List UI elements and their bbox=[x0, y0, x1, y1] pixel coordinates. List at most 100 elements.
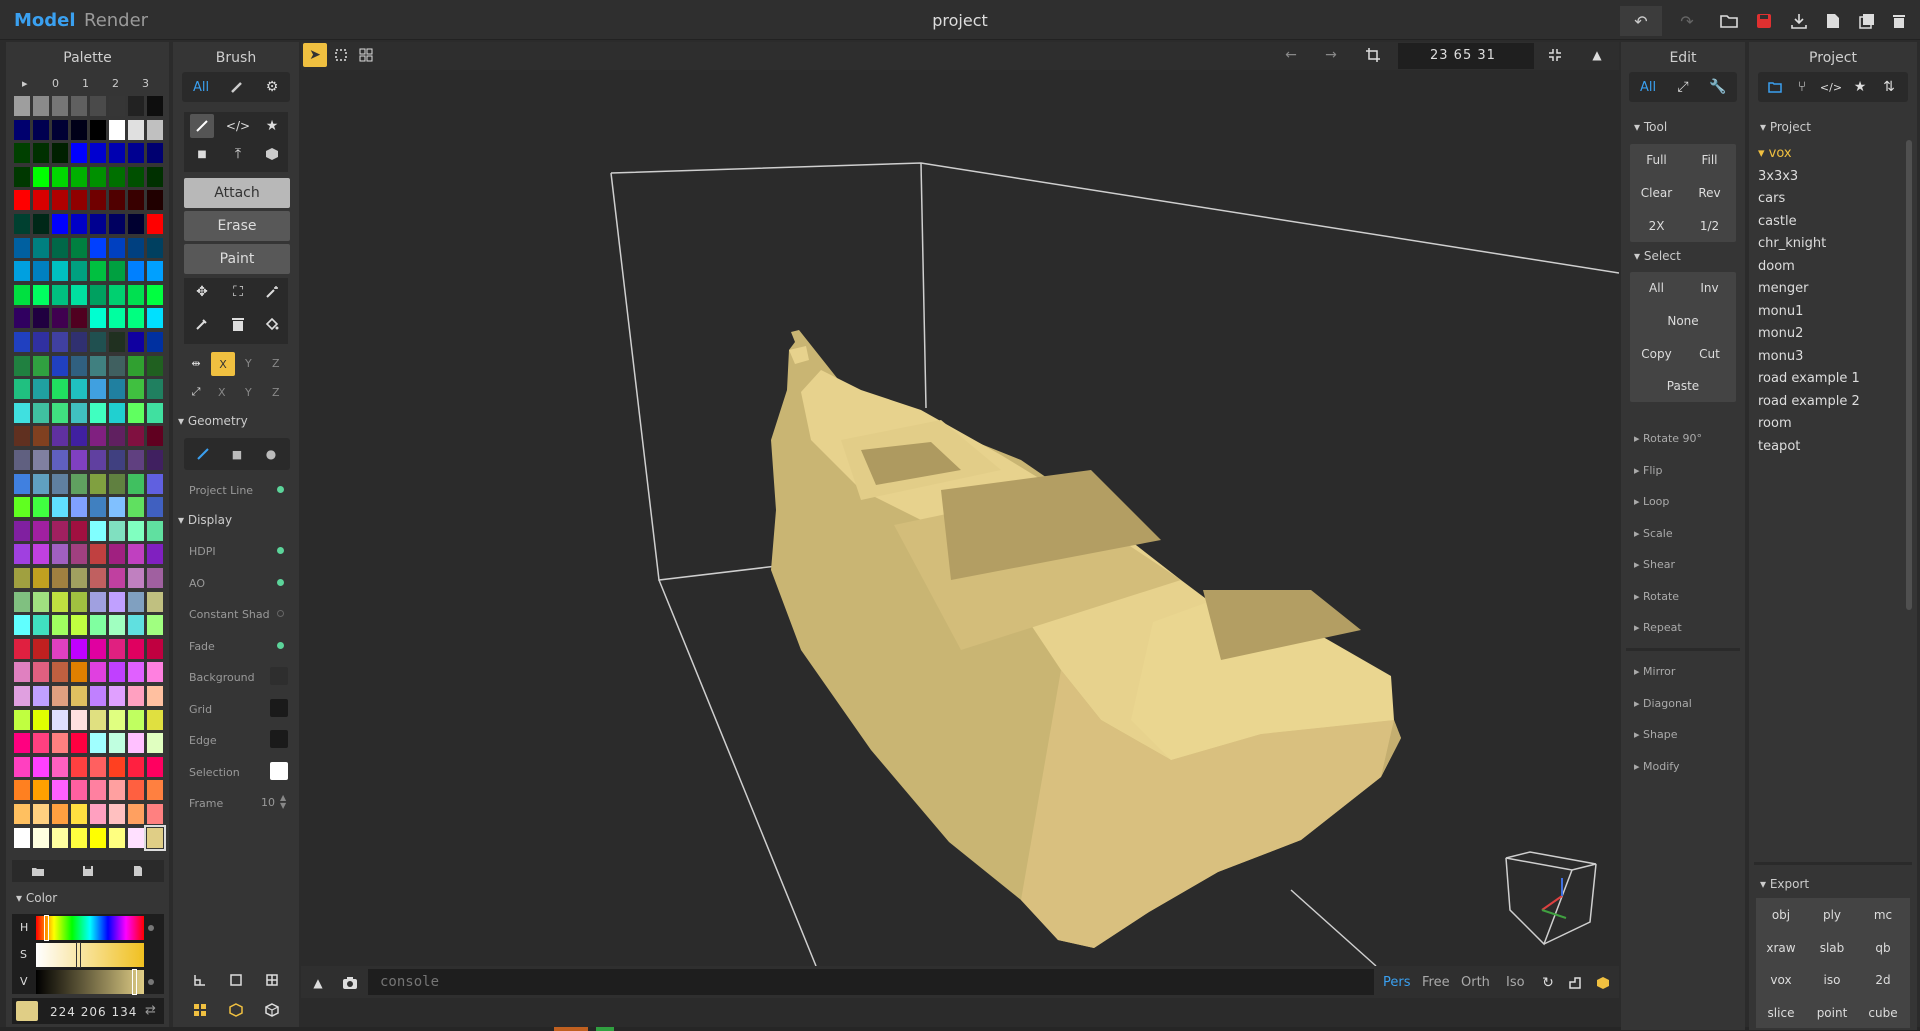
saturation-slider[interactable] bbox=[36, 943, 144, 967]
swap-icon[interactable]: ⇄ bbox=[145, 1003, 156, 1018]
palette-swatch[interactable] bbox=[128, 426, 144, 447]
fit-view-icon[interactable] bbox=[1543, 43, 1567, 67]
project-code-icon[interactable]: </> bbox=[1819, 75, 1843, 99]
palette-swatch[interactable] bbox=[128, 686, 144, 706]
palette-swatch[interactable] bbox=[52, 379, 68, 400]
palette-swatch[interactable] bbox=[71, 497, 87, 518]
attach-button[interactable]: Attach bbox=[184, 178, 290, 208]
palette-swatch[interactable] bbox=[52, 119, 68, 140]
palette-swatch[interactable] bbox=[52, 143, 68, 164]
layout-quad-icon[interactable] bbox=[260, 968, 284, 992]
palette-swatch[interactable] bbox=[14, 237, 30, 258]
palette-swatch[interactable] bbox=[33, 615, 49, 636]
layout-cube-outline-icon[interactable] bbox=[224, 998, 248, 1022]
console-input[interactable] bbox=[368, 969, 1374, 995]
select-inverse-button[interactable]: Inv bbox=[1683, 272, 1736, 303]
palette-swatch[interactable] bbox=[128, 237, 144, 258]
palette-swatch[interactable] bbox=[52, 686, 68, 706]
palette-swatch[interactable] bbox=[14, 190, 30, 211]
palette-swatch[interactable] bbox=[147, 780, 163, 801]
palette-swatch[interactable] bbox=[90, 827, 106, 848]
palette-swatch[interactable] bbox=[52, 568, 68, 588]
palette-swatch[interactable] bbox=[90, 355, 106, 376]
view-layout-icon[interactable] bbox=[1563, 971, 1587, 995]
frame-value[interactable]: 10 bbox=[261, 796, 275, 809]
fade-toggle[interactable] bbox=[277, 642, 284, 649]
palette-swatch[interactable] bbox=[14, 332, 30, 352]
palette-swatch[interactable] bbox=[109, 214, 125, 234]
export-button[interactable]: ply bbox=[1809, 901, 1855, 929]
palette-swatch[interactable] bbox=[147, 520, 163, 541]
palette-swatch[interactable] bbox=[52, 96, 68, 116]
scale-x-toggle[interactable]: X bbox=[218, 386, 226, 399]
select-none-button[interactable]: None bbox=[1630, 305, 1736, 336]
edit-group-header[interactable]: ▸ Shear bbox=[1634, 558, 1675, 571]
palette-swatch[interactable] bbox=[90, 804, 106, 824]
geometry-section[interactable]: ▾ Geometry bbox=[178, 414, 248, 428]
palette-swatch[interactable] bbox=[90, 568, 106, 588]
project-list-item[interactable]: monu2 bbox=[1758, 326, 1803, 341]
palette-swatch[interactable] bbox=[71, 473, 87, 494]
palette-swatch[interactable] bbox=[147, 473, 163, 494]
palette-swatch[interactable] bbox=[147, 261, 163, 282]
palette-swatch[interactable] bbox=[90, 591, 106, 612]
palette-swatch[interactable] bbox=[71, 190, 87, 211]
project-folder-icon[interactable] bbox=[1763, 75, 1787, 99]
palette-swatch[interactable] bbox=[90, 284, 106, 305]
marquee-tool-icon[interactable] bbox=[329, 43, 353, 67]
palette-swatch[interactable] bbox=[128, 827, 144, 848]
scale-y-toggle[interactable]: Y bbox=[245, 386, 252, 399]
palette-swatch[interactable] bbox=[109, 544, 125, 565]
palette-swatch[interactable] bbox=[109, 119, 125, 140]
palette-swatch[interactable] bbox=[33, 379, 49, 400]
hue-slider[interactable] bbox=[36, 916, 144, 940]
palette-swatch[interactable] bbox=[14, 709, 30, 730]
palette-swatch[interactable] bbox=[90, 662, 106, 683]
palette-swatch[interactable] bbox=[33, 190, 49, 211]
palette-swatch[interactable] bbox=[128, 520, 144, 541]
palette-swatch[interactable] bbox=[109, 615, 125, 636]
select-box-icon[interactable]: ⛶ bbox=[226, 280, 250, 304]
palette-swatch[interactable] bbox=[147, 166, 163, 187]
geometry-box-icon[interactable]: ■ bbox=[225, 442, 249, 466]
edge-color-box[interactable] bbox=[270, 730, 288, 748]
palette-swatch[interactable] bbox=[109, 497, 125, 518]
palette-swatch[interactable] bbox=[33, 143, 49, 164]
project-list-item[interactable]: castle bbox=[1758, 214, 1797, 229]
palette-swatch[interactable] bbox=[147, 756, 163, 777]
palette-swatch[interactable] bbox=[52, 662, 68, 683]
export-button[interactable]: 2d bbox=[1860, 966, 1906, 994]
palette-swatch[interactable] bbox=[90, 615, 106, 636]
export-button[interactable]: xraw bbox=[1758, 934, 1804, 962]
palette-swatch[interactable] bbox=[71, 284, 87, 305]
palette-swatch[interactable] bbox=[14, 426, 30, 447]
palette-swatch[interactable] bbox=[109, 284, 125, 305]
palette-swatch[interactable] bbox=[90, 756, 106, 777]
palette-swatch[interactable] bbox=[128, 379, 144, 400]
value-slider[interactable] bbox=[36, 970, 144, 994]
edit-group-header[interactable]: ▸ Scale bbox=[1634, 527, 1673, 540]
view-iso-button[interactable]: Iso bbox=[1506, 975, 1525, 990]
erase-button[interactable]: Erase bbox=[184, 211, 290, 241]
palette-swatch[interactable] bbox=[147, 237, 163, 258]
half-button[interactable]: 1/2 bbox=[1683, 210, 1736, 241]
palette-swatch[interactable] bbox=[128, 615, 144, 636]
project-list-item[interactable]: teapot bbox=[1758, 439, 1800, 454]
palette-swatch[interactable] bbox=[52, 214, 68, 234]
palette-swatch[interactable] bbox=[71, 827, 87, 848]
palette-swatch[interactable] bbox=[109, 473, 125, 494]
palette-swatch[interactable] bbox=[14, 261, 30, 282]
palette-swatch[interactable] bbox=[33, 686, 49, 706]
frame-stepper-icon[interactable]: ▲ ▼ bbox=[280, 794, 286, 810]
project-star-icon[interactable]: ★ bbox=[1848, 75, 1872, 99]
palette-swatch[interactable] bbox=[33, 473, 49, 494]
palette-swatch[interactable] bbox=[14, 591, 30, 612]
palette-swatch[interactable] bbox=[90, 733, 106, 754]
palette-swatch[interactable] bbox=[52, 261, 68, 282]
project-list-item[interactable]: monu3 bbox=[1758, 349, 1803, 364]
palette-swatch[interactable] bbox=[109, 308, 125, 329]
mirror-y-toggle[interactable]: Y bbox=[245, 357, 252, 370]
palette-swatch[interactable] bbox=[33, 426, 49, 447]
palette-swatch[interactable] bbox=[71, 237, 87, 258]
palette-swatch[interactable] bbox=[128, 638, 144, 659]
